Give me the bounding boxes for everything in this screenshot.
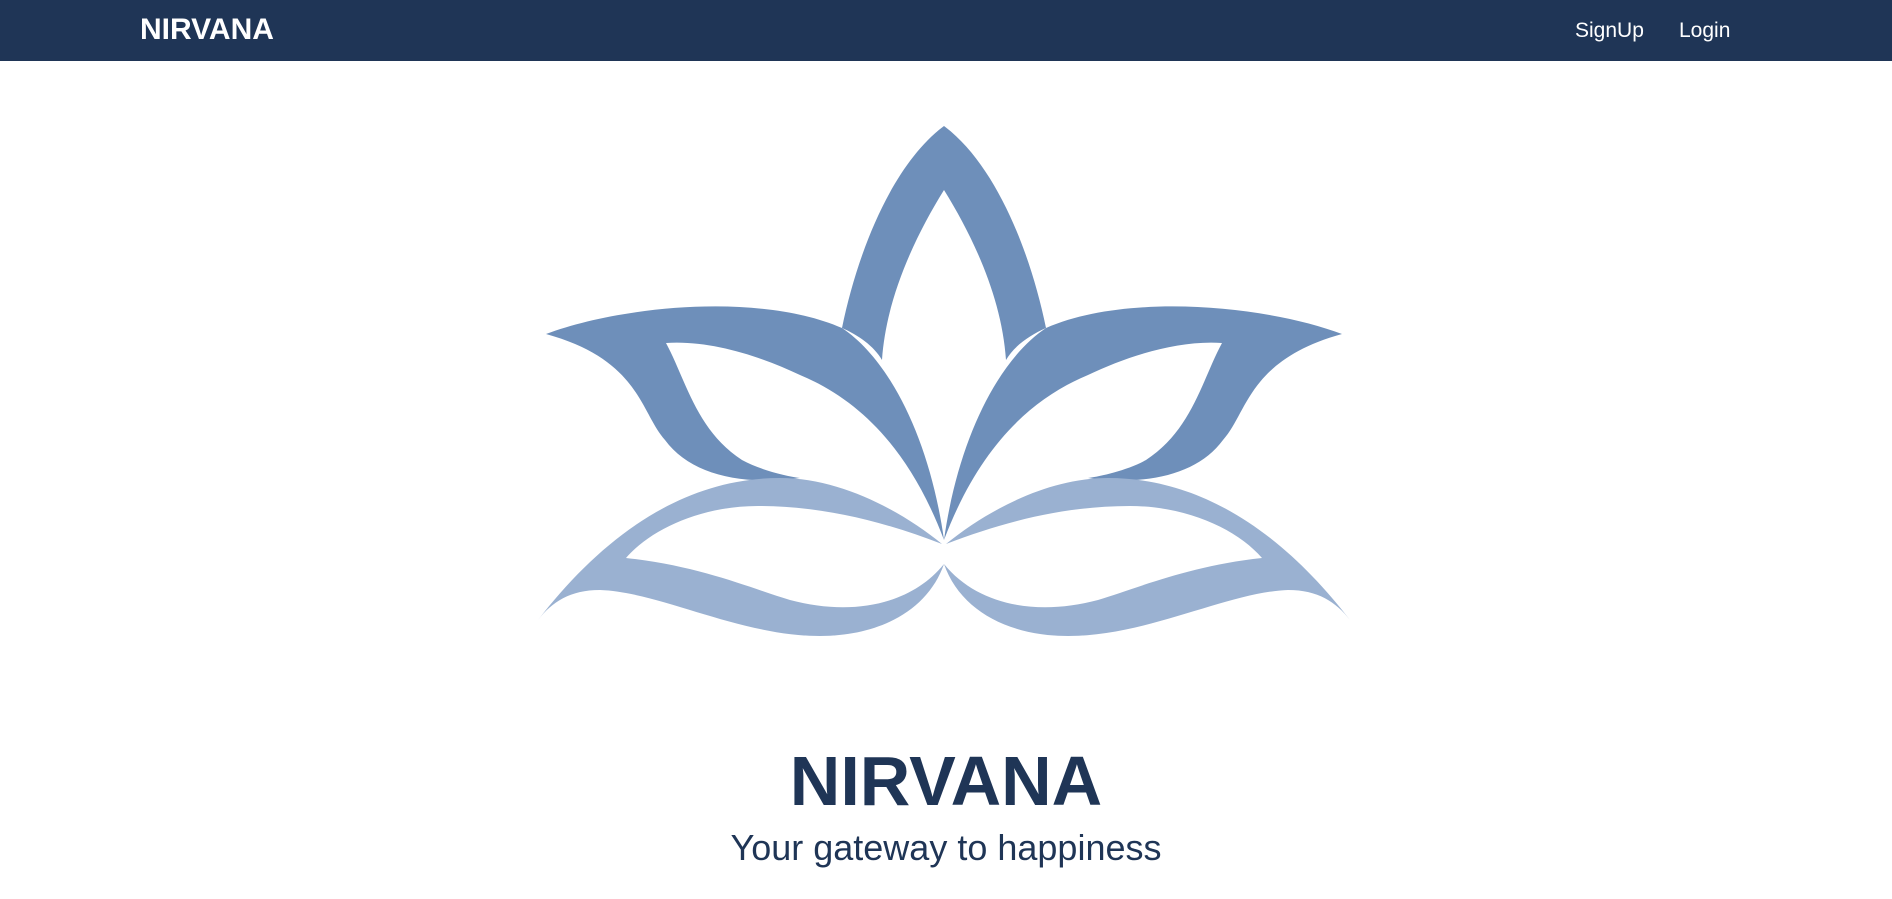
lotus-right-lower-petal xyxy=(944,478,1350,636)
lotus-top-petal xyxy=(842,126,1046,360)
brand-link[interactable]: NIRVANA xyxy=(140,13,274,47)
lotus-flower-icon xyxy=(536,124,1352,640)
signup-link[interactable]: SignUp xyxy=(1575,19,1644,43)
hero-tagline: Your gateway to happiness xyxy=(730,827,1162,868)
lotus-left-lower-petal xyxy=(538,478,944,636)
login-link[interactable]: Login xyxy=(1679,19,1730,43)
top-navbar: NIRVANA SignUp Login xyxy=(0,0,1892,61)
hero-title: NIRVANA xyxy=(789,742,1103,820)
